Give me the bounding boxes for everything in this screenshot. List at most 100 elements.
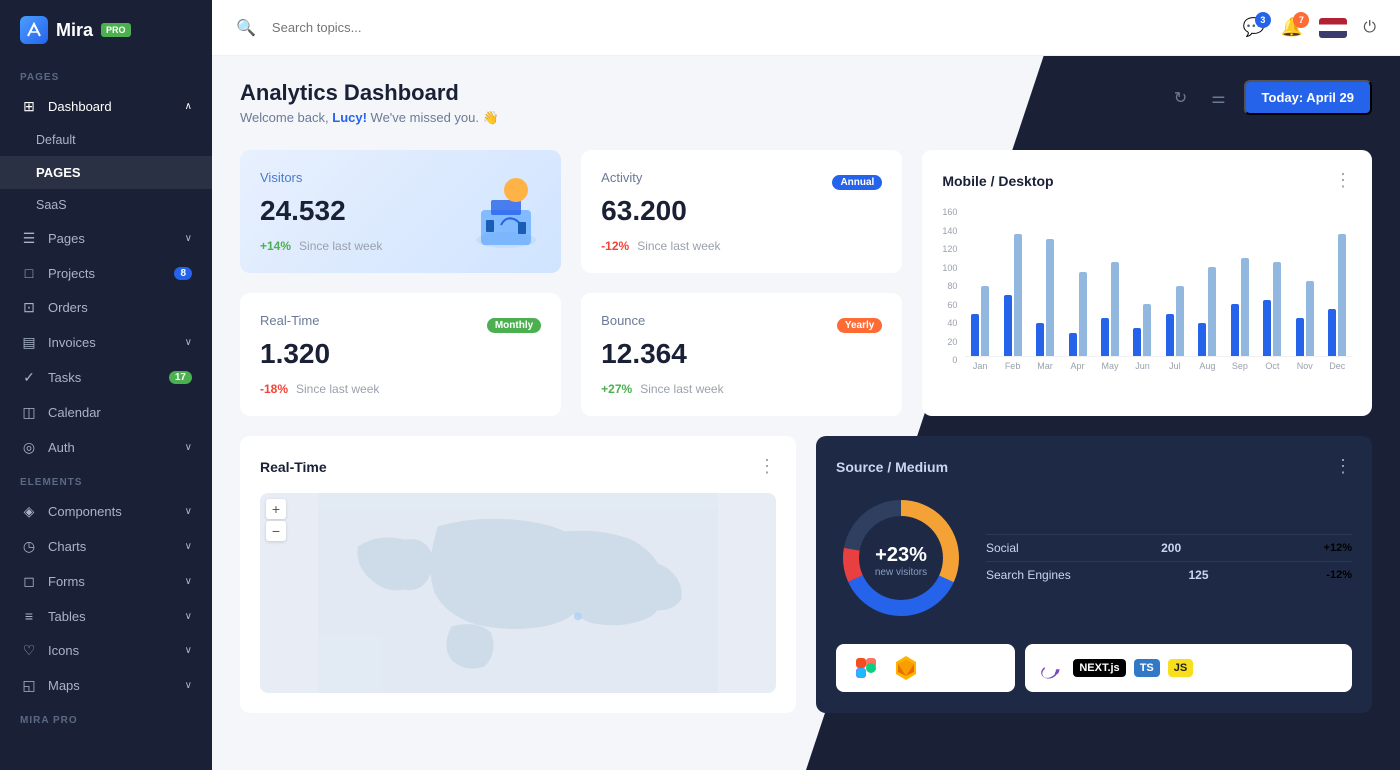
sidebar-item-orders[interactable]: ⊡ Orders [0, 290, 212, 325]
source-name-social: Social [986, 541, 1019, 555]
sidebar-item-maps[interactable]: ◱ Maps ∨ [0, 668, 212, 703]
javascript-logo: JS [1168, 659, 1193, 677]
activity-footer: -12% Since last week [601, 239, 882, 253]
sidebar-label-saas: SaaS [36, 198, 67, 212]
source-row-social: Social 200 +12% [986, 534, 1352, 561]
tech-logos-row: NEXT.js TS JS [836, 644, 1352, 692]
visitors-change: +14% [260, 239, 291, 253]
bar-dark-Jul [1166, 314, 1174, 356]
realtime-map-menu[interactable]: ⋮ [758, 456, 776, 477]
redux-icon [1041, 656, 1065, 680]
sidebar-label-orders: Orders [48, 300, 88, 315]
map-zoom-controls: + − [266, 499, 286, 541]
source-row-search: Search Engines 125 -12% [986, 561, 1352, 588]
filter-icon[interactable]: ⚌ [1205, 82, 1231, 114]
auth-icon: ◎ [20, 439, 38, 456]
y-axis: 160140120100806040200 [942, 207, 961, 367]
icons-icon: ♡ [20, 642, 38, 659]
alerts-button[interactable]: 🔔 7 [1281, 17, 1303, 38]
activity-value: 63.200 [601, 195, 882, 227]
bar-label-Aug: Aug [1193, 361, 1222, 371]
zoom-in-button[interactable]: + [266, 499, 286, 519]
bar-light-Mar [1046, 239, 1054, 356]
app-logo: Mira PRO [0, 0, 212, 60]
sidebar-item-auth[interactable]: ◎ Auth ∨ [0, 430, 212, 465]
visitors-since: Since last week [299, 239, 382, 253]
sidebar-label-tasks: Tasks [48, 370, 81, 385]
chart-menu-icon[interactable]: ⋮ [1334, 170, 1352, 191]
bounce-since: Since last week [640, 382, 723, 396]
bar-group-Jun [1128, 207, 1157, 356]
sidebar-label-projects: Projects [48, 266, 95, 281]
source-medium-menu[interactable]: ⋮ [1334, 456, 1352, 477]
bar-group-Dec [1323, 207, 1352, 356]
sidebar-item-icons[interactable]: ♡ Icons ∨ [0, 633, 212, 668]
sidebar-label-pages: Pages [48, 231, 85, 246]
bar-light-Feb [1014, 234, 1022, 356]
power-button[interactable]: ⏻ [1363, 19, 1376, 37]
search-icon: 🔍 [236, 18, 256, 38]
bar-group-May [1095, 207, 1124, 356]
page-header: Analytics Dashboard Welcome back, Lucy! … [240, 80, 1372, 126]
forms-icon: ◻ [20, 573, 38, 590]
sidebar-item-tables[interactable]: ≡ Tables ∨ [0, 599, 212, 633]
maps-icon: ◱ [20, 677, 38, 694]
sidebar-item-forms[interactable]: ◻ Forms ∨ [0, 564, 212, 599]
notifications-button[interactable]: 💬 3 [1243, 17, 1265, 38]
visitors-illustration [461, 160, 551, 250]
sidebar-item-components[interactable]: ◈ Components ∨ [0, 494, 212, 529]
main-area: 🔍 💬 3 🔔 7 ⏻ Analytics Dashboard [212, 0, 1400, 770]
bar-group-Nov [1290, 207, 1319, 356]
bar-label-Feb: Feb [998, 361, 1027, 371]
logo-icon [20, 16, 48, 44]
tables-icon: ≡ [20, 608, 38, 624]
sidebar-item-saas[interactable]: SaaS [0, 189, 212, 221]
sidebar-item-charts[interactable]: ◷ Charts ∨ [0, 529, 212, 564]
sidebar-label-auth: Auth [48, 440, 75, 455]
pages-section-label: PAGES [0, 60, 212, 89]
zoom-out-button[interactable]: − [266, 521, 286, 541]
sidebar-item-analytics[interactable]: PAGES [0, 156, 212, 189]
donut-percent: +23% [875, 544, 927, 567]
realtime-map-header: Real-Time ⋮ [260, 456, 776, 477]
sidebar-item-calendar[interactable]: ◫ Calendar [0, 395, 212, 430]
activity-card: Activity Annual 63.200 -12% Since last w… [581, 150, 902, 273]
sidebar-item-invoices[interactable]: ▤ Invoices ∨ [0, 325, 212, 360]
bar-label-Oct: Oct [1258, 361, 1287, 371]
sketch-icon [892, 654, 920, 682]
activity-since: Since last week [637, 239, 720, 253]
projects-badge: 8 [174, 267, 192, 280]
bar-dark-Dec [1328, 309, 1336, 356]
chevron-tables-icon: ∨ [185, 611, 192, 622]
sidebar-item-pages[interactable]: ☰ Pages ∨ [0, 221, 212, 256]
realtime-value: 1.320 [260, 338, 541, 370]
search-input[interactable] [272, 20, 1227, 35]
bar-dark-Apr [1069, 333, 1077, 356]
bar-light-Jul [1176, 286, 1184, 356]
language-flag[interactable] [1319, 18, 1347, 38]
today-button[interactable]: Today: April 29 [1244, 80, 1372, 115]
bar-dark-Mar [1036, 323, 1044, 356]
bar-group-Jul [1160, 207, 1189, 356]
bar-dark-May [1101, 318, 1109, 356]
mobile-desktop-card: Mobile / Desktop ⋮ 160140120100806040200 [922, 150, 1372, 416]
tasks-badge: 17 [169, 371, 192, 384]
bar-chart-container: 160140120100806040200 [942, 207, 1352, 371]
app-name: Mira [56, 20, 93, 41]
figma-sketch-logos [836, 644, 1015, 692]
refresh-icon[interactable]: ↻ [1168, 82, 1193, 114]
activity-badge: Annual [832, 175, 882, 190]
bounce-value: 12.364 [601, 338, 882, 370]
source-list: Social 200 +12% Search Engines 125 -12% [986, 534, 1352, 588]
sidebar-item-tasks[interactable]: ✓ Tasks 17 [0, 360, 212, 395]
sidebar-item-dashboard[interactable]: ⊞ Dashboard ∧ [0, 89, 212, 124]
chevron-maps-icon: ∨ [185, 680, 192, 691]
sidebar-item-default[interactable]: Default [0, 124, 212, 156]
page-subtitle: Welcome back, Lucy! We've missed you. 👋 [240, 110, 499, 126]
bar-dark-Aug [1198, 323, 1206, 356]
sidebar-item-projects[interactable]: □ Projects 8 [0, 256, 212, 290]
source-val-social: 200 [1161, 541, 1181, 555]
mira-pro-section-label: MIRA PRO [0, 703, 212, 732]
bar-label-Dec: Dec [1323, 361, 1352, 371]
source-medium-header: Source / Medium ⋮ [836, 456, 1352, 477]
